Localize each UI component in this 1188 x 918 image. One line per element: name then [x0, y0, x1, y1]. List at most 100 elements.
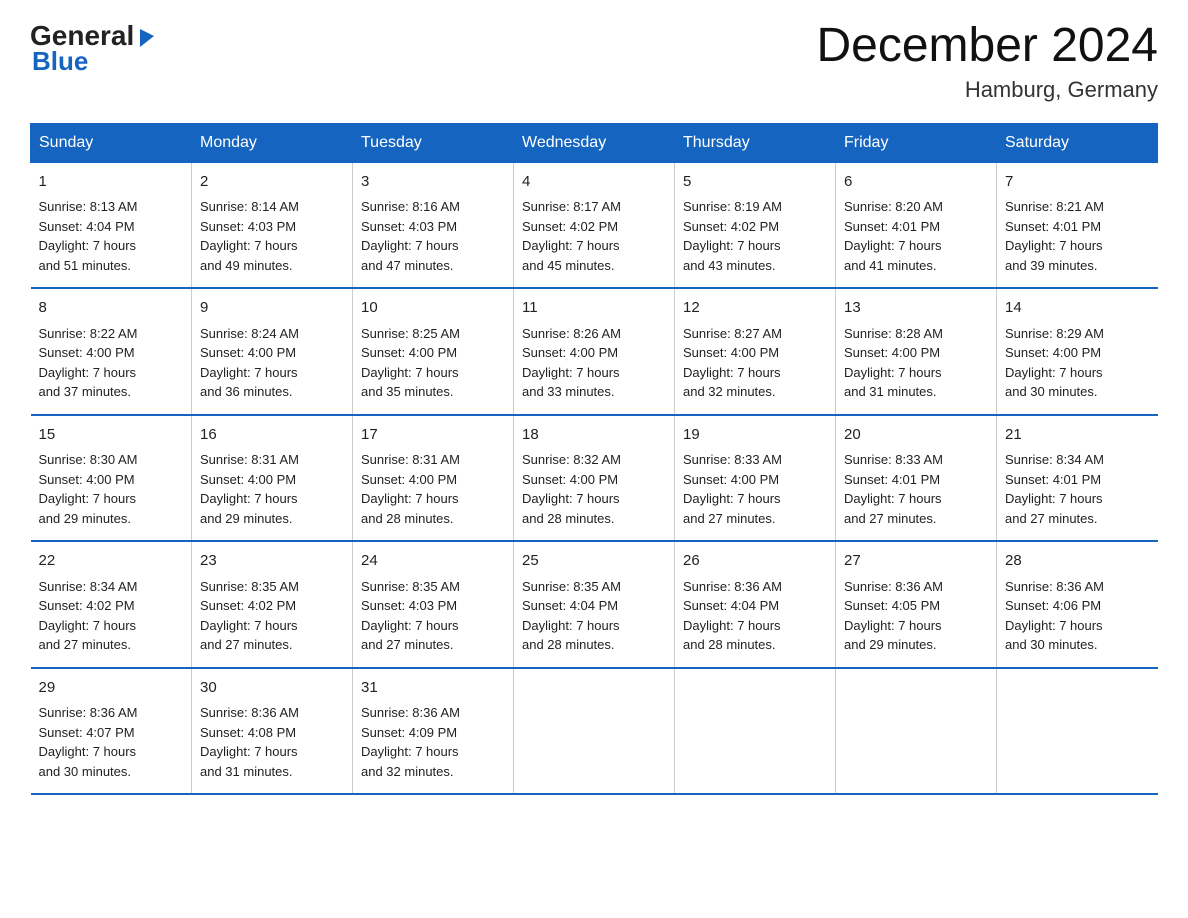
day-cell: 11 Sunrise: 8:26 AM Sunset: 4:00 PM Dayli…: [514, 288, 675, 415]
day-cell: 9 Sunrise: 8:24 AM Sunset: 4:00 PM Daylig…: [192, 288, 353, 415]
day-cell: 4Sunrise: 8:17 AM Sunset: 4:02 PM Daylig…: [514, 162, 675, 288]
page-header: General Blue December 2024 Hamburg, Germ…: [30, 20, 1158, 103]
logo: General Blue: [30, 20, 158, 77]
day-cell: [675, 668, 836, 795]
day-info: Sunrise: 8:27 AM Sunset: 4:00 PM Dayligh…: [683, 324, 827, 402]
day-cell: 15 Sunrise: 8:30 AM Sunset: 4:00 PM Dayli…: [31, 415, 192, 542]
day-cell: 10 Sunrise: 8:25 AM Sunset: 4:00 PM Dayli…: [353, 288, 514, 415]
day-info: Sunrise: 8:36 AM Sunset: 4:07 PM Dayligh…: [39, 703, 184, 781]
day-info: Sunrise: 8:24 AM Sunset: 4:00 PM Dayligh…: [200, 324, 344, 402]
day-number: 3: [361, 171, 505, 194]
day-number: 15: [39, 424, 184, 447]
week-row-4: 22 Sunrise: 8:34 AM Sunset: 4:02 PM Dayli…: [31, 541, 1158, 668]
header-day-saturday: Saturday: [997, 123, 1158, 162]
day-number: 5: [683, 171, 827, 194]
day-cell: 20Sunrise: 8:33 AM Sunset: 4:01 PM Dayli…: [836, 415, 997, 542]
header-day-friday: Friday: [836, 123, 997, 162]
day-number: 10: [361, 297, 505, 320]
day-cell: 31 Sunrise: 8:36 AM Sunset: 4:09 PM Dayli…: [353, 668, 514, 795]
page-subtitle: Hamburg, Germany: [816, 77, 1158, 103]
day-info: Sunrise: 8:36 AM Sunset: 4:05 PM Dayligh…: [844, 577, 988, 655]
header-day-sunday: Sunday: [31, 123, 192, 162]
calendar-body: 1Sunrise: 8:13 AM Sunset: 4:04 PM Daylig…: [31, 162, 1158, 794]
day-cell: 2Sunrise: 8:14 AM Sunset: 4:03 PM Daylig…: [192, 162, 353, 288]
day-number: 31: [361, 677, 505, 700]
day-cell: 18Sunrise: 8:32 AM Sunset: 4:00 PM Dayli…: [514, 415, 675, 542]
day-info: Sunrise: 8:36 AM Sunset: 4:08 PM Dayligh…: [200, 703, 344, 781]
day-info: Sunrise: 8:21 AM Sunset: 4:01 PM Dayligh…: [1005, 197, 1150, 275]
day-number: 29: [39, 677, 184, 700]
day-cell: 1Sunrise: 8:13 AM Sunset: 4:04 PM Daylig…: [31, 162, 192, 288]
day-number: 22: [39, 550, 184, 573]
day-cell: 22 Sunrise: 8:34 AM Sunset: 4:02 PM Dayli…: [31, 541, 192, 668]
day-number: 27: [844, 550, 988, 573]
day-info: Sunrise: 8:28 AM Sunset: 4:00 PM Dayligh…: [844, 324, 988, 402]
header-day-tuesday: Tuesday: [353, 123, 514, 162]
day-cell: [997, 668, 1158, 795]
day-number: 7: [1005, 171, 1150, 194]
day-cell: 30 Sunrise: 8:36 AM Sunset: 4:08 PM Dayli…: [192, 668, 353, 795]
day-info: Sunrise: 8:13 AM Sunset: 4:04 PM Dayligh…: [39, 197, 184, 275]
day-cell: 24Sunrise: 8:35 AM Sunset: 4:03 PM Dayli…: [353, 541, 514, 668]
day-number: 26: [683, 550, 827, 573]
day-number: 12: [683, 297, 827, 320]
day-info: Sunrise: 8:33 AM Sunset: 4:00 PM Dayligh…: [683, 450, 827, 528]
day-cell: 25 Sunrise: 8:35 AM Sunset: 4:04 PM Dayli…: [514, 541, 675, 668]
day-info: Sunrise: 8:16 AM Sunset: 4:03 PM Dayligh…: [361, 197, 505, 275]
day-cell: 12 Sunrise: 8:27 AM Sunset: 4:00 PM Dayli…: [675, 288, 836, 415]
day-cell: 6Sunrise: 8:20 AM Sunset: 4:01 PM Daylig…: [836, 162, 997, 288]
day-info: Sunrise: 8:33 AM Sunset: 4:01 PM Dayligh…: [844, 450, 988, 528]
day-number: 9: [200, 297, 344, 320]
day-cell: 26Sunrise: 8:36 AM Sunset: 4:04 PM Dayli…: [675, 541, 836, 668]
day-info: Sunrise: 8:17 AM Sunset: 4:02 PM Dayligh…: [522, 197, 666, 275]
day-info: Sunrise: 8:14 AM Sunset: 4:03 PM Dayligh…: [200, 197, 344, 275]
day-info: Sunrise: 8:32 AM Sunset: 4:00 PM Dayligh…: [522, 450, 666, 528]
day-number: 19: [683, 424, 827, 447]
day-cell: 21Sunrise: 8:34 AM Sunset: 4:01 PM Dayli…: [997, 415, 1158, 542]
day-info: Sunrise: 8:19 AM Sunset: 4:02 PM Dayligh…: [683, 197, 827, 275]
day-cell: 5 Sunrise: 8:19 AM Sunset: 4:02 PM Daylig…: [675, 162, 836, 288]
day-cell: 8 Sunrise: 8:22 AM Sunset: 4:00 PM Daylig…: [31, 288, 192, 415]
day-number: 23: [200, 550, 344, 573]
day-number: 14: [1005, 297, 1150, 320]
day-cell: [514, 668, 675, 795]
day-cell: 14Sunrise: 8:29 AM Sunset: 4:00 PM Dayli…: [997, 288, 1158, 415]
day-number: 28: [1005, 550, 1150, 573]
day-cell: 28 Sunrise: 8:36 AM Sunset: 4:06 PM Dayli…: [997, 541, 1158, 668]
day-cell: 27 Sunrise: 8:36 AM Sunset: 4:05 PM Dayli…: [836, 541, 997, 668]
day-number: 11: [522, 297, 666, 320]
day-number: 25: [522, 550, 666, 573]
day-number: 17: [361, 424, 505, 447]
header-day-monday: Monday: [192, 123, 353, 162]
week-row-3: 15 Sunrise: 8:30 AM Sunset: 4:00 PM Dayli…: [31, 415, 1158, 542]
day-info: Sunrise: 8:35 AM Sunset: 4:04 PM Dayligh…: [522, 577, 666, 655]
day-number: 8: [39, 297, 184, 320]
title-section: December 2024 Hamburg, Germany: [816, 20, 1158, 103]
day-info: Sunrise: 8:22 AM Sunset: 4:00 PM Dayligh…: [39, 324, 184, 402]
header-day-thursday: Thursday: [675, 123, 836, 162]
day-info: Sunrise: 8:34 AM Sunset: 4:02 PM Dayligh…: [39, 577, 184, 655]
day-cell: [836, 668, 997, 795]
logo-triangle-icon: [136, 25, 158, 47]
logo-blue-text: Blue: [32, 46, 88, 77]
day-info: Sunrise: 8:36 AM Sunset: 4:06 PM Dayligh…: [1005, 577, 1150, 655]
day-cell: 3 Sunrise: 8:16 AM Sunset: 4:03 PM Daylig…: [353, 162, 514, 288]
day-number: 30: [200, 677, 344, 700]
day-info: Sunrise: 8:31 AM Sunset: 4:00 PM Dayligh…: [361, 450, 505, 528]
day-cell: 23Sunrise: 8:35 AM Sunset: 4:02 PM Dayli…: [192, 541, 353, 668]
day-number: 16: [200, 424, 344, 447]
calendar-header: SundayMondayTuesdayWednesdayThursdayFrid…: [31, 123, 1158, 162]
day-cell: 13Sunrise: 8:28 AM Sunset: 4:00 PM Dayli…: [836, 288, 997, 415]
header-row: SundayMondayTuesdayWednesdayThursdayFrid…: [31, 123, 1158, 162]
header-day-wednesday: Wednesday: [514, 123, 675, 162]
day-cell: 29 Sunrise: 8:36 AM Sunset: 4:07 PM Dayli…: [31, 668, 192, 795]
day-info: Sunrise: 8:25 AM Sunset: 4:00 PM Dayligh…: [361, 324, 505, 402]
week-row-2: 8 Sunrise: 8:22 AM Sunset: 4:00 PM Daylig…: [31, 288, 1158, 415]
day-number: 21: [1005, 424, 1150, 447]
day-info: Sunrise: 8:30 AM Sunset: 4:00 PM Dayligh…: [39, 450, 184, 528]
calendar-table: SundayMondayTuesdayWednesdayThursdayFrid…: [30, 123, 1158, 796]
day-info: Sunrise: 8:20 AM Sunset: 4:01 PM Dayligh…: [844, 197, 988, 275]
day-info: Sunrise: 8:31 AM Sunset: 4:00 PM Dayligh…: [200, 450, 344, 528]
day-info: Sunrise: 8:36 AM Sunset: 4:09 PM Dayligh…: [361, 703, 505, 781]
day-info: Sunrise: 8:26 AM Sunset: 4:00 PM Dayligh…: [522, 324, 666, 402]
